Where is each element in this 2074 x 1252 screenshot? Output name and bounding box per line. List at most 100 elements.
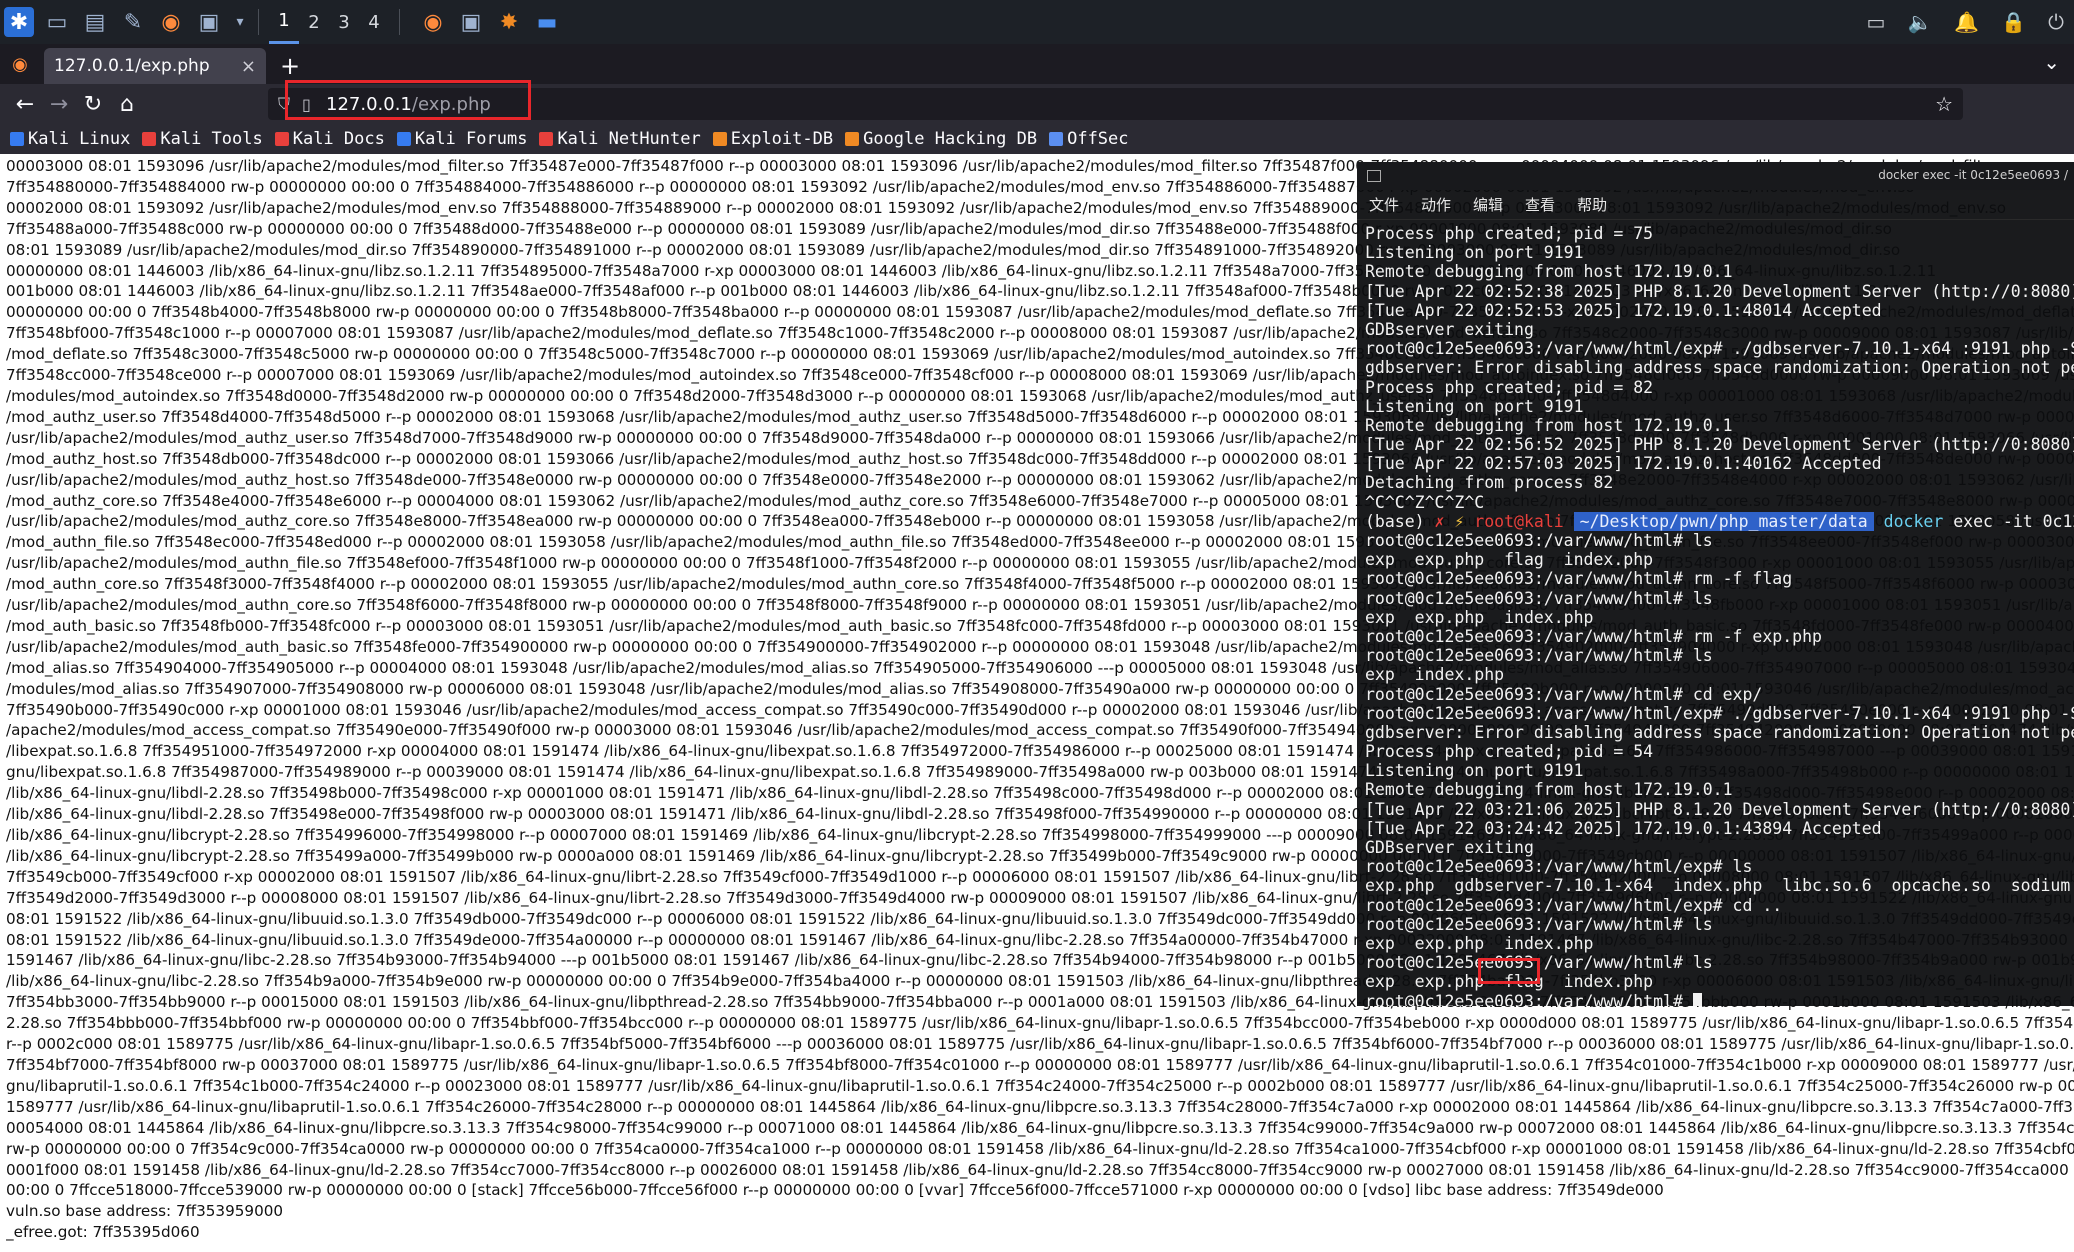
- bookmark-item[interactable]: Kali Linux: [10, 129, 130, 149]
- taskbar-separator: [258, 9, 259, 35]
- system-tray: ▭ 🔈 🔔 🔒 ⏻: [1867, 0, 2064, 44]
- bookmark-label: Google Hacking DB: [863, 129, 1038, 149]
- terminal-cursor: [1692, 992, 1702, 1006]
- burp-window-icon[interactable]: ✸: [494, 7, 524, 37]
- output-line: 0001f000 08:01 1591458 /lib/x86_64-linux…: [6, 1160, 2074, 1179]
- bookmark-favicon-icon: [1049, 132, 1064, 146]
- firefox-icon[interactable]: ◉: [156, 7, 186, 37]
- terminal-prompt-text: root@0c12e5ee0693:/var/www/html#: [1365, 991, 1693, 1007]
- terminal-title: docker exec -it 0c12e5ee0693 /: [1878, 168, 2068, 182]
- terminal-line: root@0c12e5ee0693:/var/www/html/exp# ls: [1365, 857, 1753, 877]
- chevron-down-icon[interactable]: ▾: [232, 7, 248, 37]
- prompt-path: ~/Desktop/pwn/php_master/data: [1573, 511, 1874, 531]
- browser-tab-bar: ◉ 127.0.0.1/exp.php × + ⌄: [0, 44, 2074, 84]
- terminal-line: root@0c12e5ee0693:/var/www/html# rm -f f…: [1365, 569, 1793, 589]
- kali-menu-icon[interactable]: ✱: [4, 7, 34, 37]
- output-line: 2.28.so 7ff354bbb000-7ff354bbf000 rw-p 0…: [6, 1014, 2074, 1033]
- menu-edit[interactable]: 编辑: [1473, 194, 1503, 215]
- bookmark-item[interactable]: OffSec: [1049, 129, 1129, 149]
- terminal-line: Listening on port 9191: [1365, 243, 1584, 263]
- terminal-menubar: 文件 动作 编辑 查看 帮助: [1357, 190, 2074, 220]
- terminal-line: ^C^C^Z^C^Z^C: [1365, 492, 1485, 512]
- terminal-line: Process php created; pid = 82: [1365, 377, 1654, 397]
- terminal-line: Detaching from process 82: [1365, 473, 1614, 493]
- terminal-window[interactable]: docker exec -it 0c12e5ee0693 / 文件 动作 编辑 …: [1357, 162, 2074, 1006]
- output-line: _efree.got: 7ff35395d060: [6, 1223, 200, 1242]
- taskbar: ✱ ▭ ▤ ✎ ◉ ▣ ▾ 1 2 3 4 ◉ ▣ ✸ ▬ ▭ 🔈 🔔 🔒 ⏻: [0, 0, 2074, 44]
- bookmark-label: Kali Docs: [292, 129, 385, 149]
- browser-tab-active[interactable]: 127.0.0.1/exp.php ×: [44, 48, 266, 84]
- bookmark-item[interactable]: Google Hacking DB: [845, 129, 1037, 149]
- volume-icon[interactable]: 🔈: [1907, 10, 1932, 34]
- output-line: rw-p 00000000 00:00 0 7ff354c9c000-7ff35…: [6, 1139, 2074, 1158]
- prompt-command: docker: [1883, 511, 1944, 531]
- workspace-1[interactable]: 1: [269, 0, 299, 44]
- terminal-line: root@0c12e5ee0693:/var/www/html#: [1365, 991, 2074, 1007]
- workspace-2[interactable]: 2: [299, 0, 329, 44]
- terminal-window-icon: [1367, 170, 1381, 182]
- text-editor-icon[interactable]: ✎: [118, 7, 148, 37]
- bookmark-favicon-icon: [539, 132, 554, 146]
- workspace-4[interactable]: 4: [359, 0, 389, 44]
- bookmark-favicon-icon: [10, 132, 24, 146]
- desktop-icon[interactable]: ▭: [42, 7, 72, 37]
- home-icon[interactable]: ⌂: [110, 87, 144, 121]
- terminal-line: root@0c12e5ee0693:/var/www/html/exp# ./g…: [1365, 339, 2074, 359]
- terminal-line: root@0c12e5ee0693:/var/www/html/exp# cd …: [1365, 895, 1783, 915]
- bookmark-item[interactable]: Kali NetHunter: [539, 129, 701, 149]
- bookmark-star-icon[interactable]: ☆: [1935, 92, 1953, 116]
- firefox-window-icon[interactable]: ◉: [418, 7, 448, 37]
- bookmark-item[interactable]: Kali Docs: [274, 129, 385, 149]
- output-line: 00:00 0 7ffcce518000-7ffcce539000 rw-p 0…: [6, 1181, 1664, 1200]
- terminal-line: Remote debugging from host 172.19.0.1: [1365, 415, 1733, 435]
- bookmarks-toolbar: Kali Linux Kali Tools Kali Docs Kali Forums…: [0, 124, 2074, 154]
- terminal-line: root@0c12e5ee0693:/var/www/html# ls: [1365, 531, 1713, 550]
- bookmark-favicon-icon: [274, 132, 289, 146]
- bookmark-label: Kali NetHunter: [557, 129, 701, 149]
- tab-title: 127.0.0.1/exp.php: [54, 56, 210, 76]
- bookmark-label: Kali Tools: [160, 129, 263, 149]
- bookmark-label: Kali Linux: [28, 129, 131, 149]
- menu-help[interactable]: 帮助: [1577, 194, 1607, 215]
- menu-file[interactable]: 文件: [1369, 194, 1399, 215]
- bookmark-label: Exploit-DB: [730, 129, 834, 149]
- terminal-output[interactable]: Process php created; pid = 75 Listening o…: [1357, 220, 2074, 1006]
- firefox-view-icon[interactable]: ◉: [0, 44, 40, 84]
- forward-arrow-icon[interactable]: →: [42, 87, 76, 121]
- display-icon[interactable]: ▭: [1867, 10, 1886, 34]
- notification-bell-icon[interactable]: 🔔: [1954, 10, 1979, 34]
- back-arrow-icon[interactable]: ←: [8, 87, 42, 121]
- terminal-icon[interactable]: ▣: [194, 7, 224, 37]
- bookmark-item[interactable]: Exploit-DB: [712, 129, 834, 149]
- terminal-line: gdbserver: Error disabling address space…: [1365, 358, 2074, 378]
- terminal-line: [Tue Apr 22 02:57:03 2025] 172.19.0.1:40…: [1365, 454, 1882, 474]
- folder-window-icon[interactable]: ▬: [532, 7, 562, 37]
- file-manager-icon[interactable]: ▤: [80, 7, 110, 37]
- terminal-window-icon[interactable]: ▣: [456, 7, 486, 37]
- bookmark-item[interactable]: Kali Forums: [396, 129, 527, 149]
- reload-icon[interactable]: ↻: [76, 87, 110, 121]
- tab-close-icon[interactable]: ×: [241, 56, 256, 77]
- bookmark-favicon-icon: [845, 132, 860, 146]
- bookmark-favicon-icon: [396, 132, 411, 146]
- terminal-line: GDBserver exiting: [1365, 838, 1534, 857]
- output-line: vuln.so base address: 7ff353959000: [6, 1202, 284, 1221]
- terminal-line: root@0c12e5ee0693:/var/www/html# ls: [1365, 588, 1713, 608]
- lock-icon[interactable]: 🔒: [2001, 10, 2026, 34]
- workspace-3[interactable]: 3: [329, 0, 359, 44]
- new-tab-button[interactable]: +: [272, 48, 308, 84]
- terminal-line: gdbserver: Error disabling address space…: [1365, 722, 2074, 742]
- menu-action[interactable]: 动作: [1421, 194, 1451, 215]
- power-icon[interactable]: ⏻: [2048, 10, 2064, 34]
- terminal-line: exp.php gdbserver-7.10.1-x64 index.php l…: [1365, 876, 2074, 896]
- bookmark-favicon-icon: [142, 132, 157, 146]
- terminal-line: [Tue Apr 22 02:56:52 2025] PHP 8.1.20 De…: [1365, 435, 2074, 455]
- shell-prompt-line: (base) ✗ ⚡ root@kali ~/Desktop/pwn/php_m…: [1365, 511, 2074, 531]
- list-all-tabs-icon[interactable]: ⌄: [2043, 50, 2060, 74]
- terminal-titlebar[interactable]: docker exec -it 0c12e5ee0693 /: [1357, 162, 2074, 190]
- terminal-line: [Tue Apr 22 02:52:53 2025] 172.19.0.1:48…: [1365, 300, 1882, 320]
- menu-view[interactable]: 查看: [1525, 194, 1555, 215]
- output-line: 7ff354bf7000-7ff354bf8000 rw-p 00037000 …: [6, 1055, 2074, 1074]
- bookmark-item[interactable]: Kali Tools: [142, 129, 263, 149]
- terminal-line: Listening on port 9191: [1365, 761, 1584, 781]
